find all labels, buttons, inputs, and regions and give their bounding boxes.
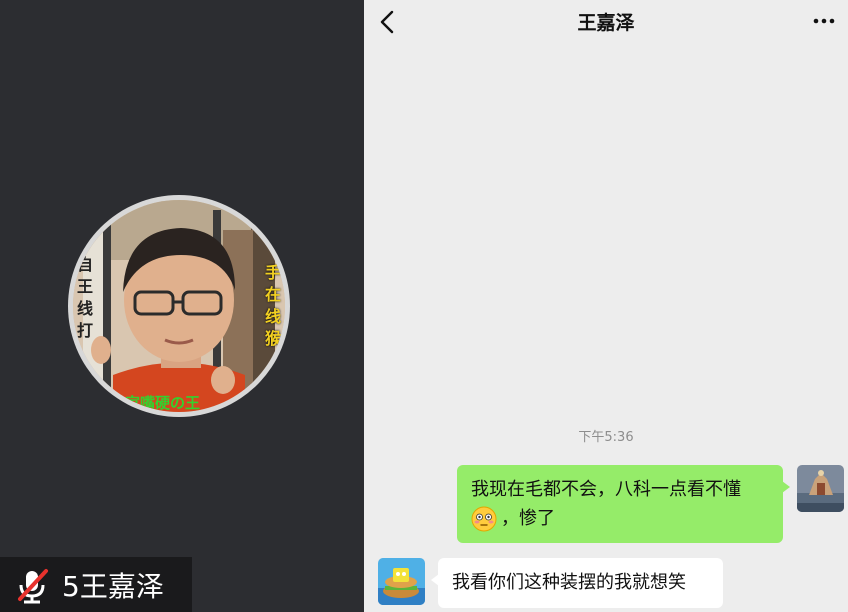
chat-panel: 王嘉泽 下午5:36 我现在毛都不会，八科一点看不懂 ，惨了 我看你们这种装摆的… — [364, 0, 848, 612]
avatar-caption-left: 自 王 线 打 — [77, 255, 94, 340]
my-message-text-line1: 我现在毛都不会，八科一点看不懂 — [471, 479, 741, 500]
flushed-face-emoji-icon — [471, 506, 497, 532]
contact-message-bubble[interactable]: 我看你们这种装摆的我就想笑 — [431, 558, 723, 608]
participant-name: 5王嘉泽 — [62, 569, 164, 603]
my-avatar[interactable] — [797, 465, 844, 512]
chat-header: 王嘉泽 — [364, 0, 848, 44]
my-message-text-line2: ，惨了 — [501, 508, 555, 529]
my-message-line2: ，惨了 — [471, 504, 769, 533]
chat-title: 王嘉泽 — [577, 12, 635, 34]
avatar-photo-image — [73, 200, 285, 412]
contact-avatar-image — [378, 558, 425, 605]
avatar-photo: 自 王 线 打 手 在 线 猴 家嘴硬の王 — [73, 200, 285, 412]
video-call-panel: 自 王 线 打 手 在 线 猴 家嘴硬の王 5王嘉泽 — [0, 0, 364, 612]
mic-muted-icon[interactable] — [12, 565, 52, 605]
participant-avatar[interactable]: 自 王 线 打 手 在 线 猴 家嘴硬の王 — [68, 195, 290, 417]
participant-name-bar: 5王嘉泽 — [0, 557, 192, 612]
message-timestamp: 下午5:36 — [578, 430, 634, 445]
contact-message-text: 我看你们这种装摆的我就想笑 — [452, 572, 686, 593]
my-avatar-image — [797, 465, 844, 512]
avatar-caption-bottom: 家嘴硬の王 — [125, 394, 201, 412]
my-message-bubble[interactable]: 我现在毛都不会，八科一点看不懂 ，惨了 — [457, 465, 790, 543]
more-options-icon[interactable] — [812, 10, 836, 32]
contact-avatar[interactable] — [378, 558, 425, 605]
avatar-caption-right: 手 在 线 猴 — [265, 263, 282, 348]
